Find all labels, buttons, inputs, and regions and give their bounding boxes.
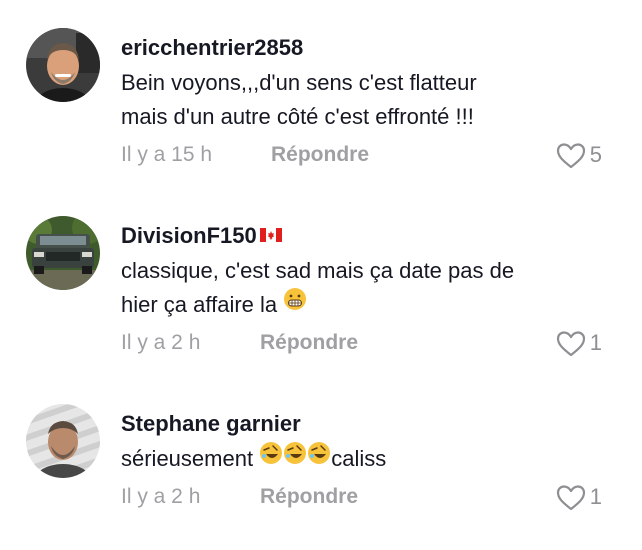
comment-meta: Il y a 2 h Répondre 1 <box>121 326 602 360</box>
username[interactable]: ericchentrier2858 <box>121 34 602 62</box>
username[interactable]: DivisionF150 <box>121 222 602 250</box>
heart-icon[interactable] <box>556 142 586 169</box>
comment-text-line: Bein voyons,,,d'un sens c'est flatteur <box>121 70 477 95</box>
comment-text-line: caliss <box>331 446 387 471</box>
heart-icon[interactable] <box>556 484 586 511</box>
comment-text-line: classique, c'est sad mais ça date pas de <box>121 258 515 283</box>
canada-flag-icon <box>259 221 282 249</box>
comment-list: ericchentrier2858 Bein voyons,,,d'un sen… <box>0 0 642 550</box>
comment-text-line: sérieusement <box>121 446 254 471</box>
like-count: 1 <box>589 484 602 509</box>
comment-meta: Il y a 15 h Répondre 5 <box>121 138 602 172</box>
timestamp: Il y a 15 h <box>121 143 213 166</box>
comment-text-line: hier ça affaire la <box>121 292 278 317</box>
avatar[interactable] <box>26 28 100 102</box>
reply-button[interactable]: Répondre <box>260 480 358 514</box>
rofl-emoji-icon <box>307 441 331 475</box>
rofl-emoji-icon <box>259 441 283 475</box>
reply-button[interactable]: Répondre <box>260 326 358 360</box>
reply-button[interactable]: Répondre <box>271 138 369 172</box>
like-button[interactable]: 1 <box>556 326 602 360</box>
avatar[interactable] <box>26 216 100 290</box>
comment-text: Bein voyons,,,d'un sens c'est flatteur m… <box>121 66 602 134</box>
grimacing-face-emoji-icon <box>283 287 307 321</box>
like-button[interactable]: 1 <box>556 480 602 514</box>
timestamp: Il y a 2 h <box>121 485 201 508</box>
comment-text: sérieusement caliss <box>121 441 602 476</box>
username[interactable]: Stephane garnier <box>121 410 602 438</box>
comment-meta: Il y a 2 h Répondre 1 <box>121 480 602 514</box>
comment-text-line: mais d'un autre côté c'est effronté !!! <box>121 104 474 129</box>
avatar[interactable] <box>26 404 100 478</box>
like-count: 5 <box>589 142 602 167</box>
username-text: DivisionF150 <box>121 223 257 248</box>
heart-icon[interactable] <box>556 330 586 357</box>
comment-text: classique, c'est sad mais ça date pas de… <box>121 254 602 322</box>
timestamp: Il y a 2 h <box>121 331 201 354</box>
rofl-emoji-icon <box>283 441 307 475</box>
like-button[interactable]: 5 <box>556 138 602 172</box>
like-count: 1 <box>589 330 602 355</box>
